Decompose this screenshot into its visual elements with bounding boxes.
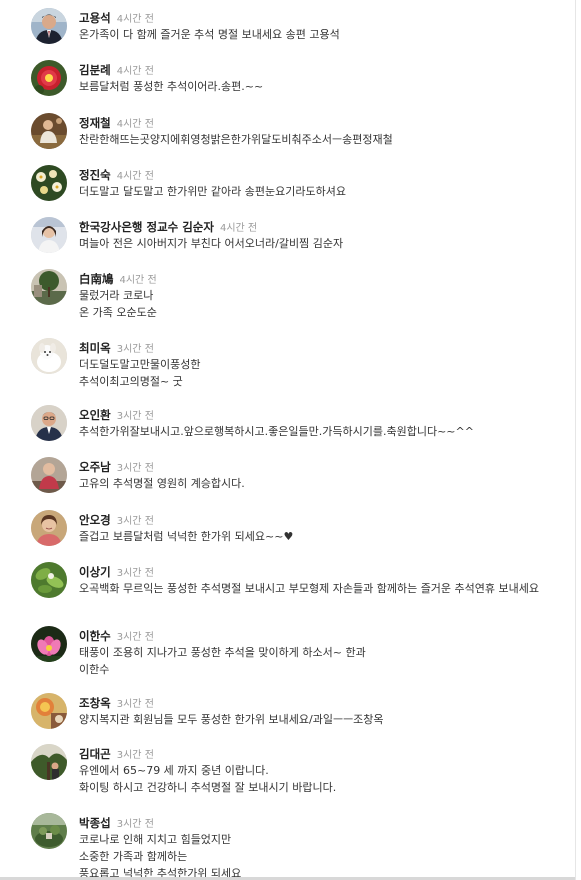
avatar[interactable] xyxy=(31,60,67,96)
timestamp: 4시간 전 xyxy=(116,66,154,77)
comment-text: 유엔에서 65~79 세 까지 중년 이랍니다. 화이팅 하시고 건강하니 추석… xyxy=(79,764,337,794)
avatar[interactable] xyxy=(31,457,67,493)
profile-photo-icon xyxy=(31,269,67,305)
profile-photo-icon xyxy=(31,405,67,441)
timestamp: 3시간 전 xyxy=(116,819,154,830)
comment-text: 태풍이 조용히 지나가고 풍성한 추석을 맞이하게 하소서~ 한과 이한수 xyxy=(79,646,366,676)
comment-text: 온가족이 다 함께 즐거운 추석 명절 보내세요 송편 고용석 xyxy=(79,28,340,41)
timestamp: 3시간 전 xyxy=(116,699,154,710)
profile-photo-icon xyxy=(31,457,67,493)
timestamp: 4시간 전 xyxy=(116,119,154,130)
profile-photo-icon xyxy=(31,744,67,780)
author-name[interactable]: 고용석 xyxy=(79,11,111,25)
timestamp: 3시간 전 xyxy=(116,632,154,643)
timestamp: 3시간 전 xyxy=(116,750,154,761)
avatar[interactable] xyxy=(31,626,67,662)
timestamp: 3시간 전 xyxy=(116,344,154,355)
profile-photo-icon xyxy=(31,626,67,662)
comment-text: 더도덜도말고만물이풍성한 추석이최고의명절~ 굿 xyxy=(79,358,201,388)
author-name[interactable]: 오인환 xyxy=(79,408,111,422)
timestamp: 3시간 전 xyxy=(116,568,154,579)
avatar[interactable] xyxy=(31,113,67,149)
profile-photo-icon xyxy=(31,60,67,96)
comment-text: 양지복지관 회원님들 모두 풍성한 한가위 보내세요/과일ㅡㅡ조창옥 xyxy=(79,713,384,726)
avatar[interactable] xyxy=(31,510,67,546)
author-name[interactable]: 이상기 xyxy=(79,565,111,579)
profile-photo-icon xyxy=(31,813,67,849)
comment-text: 며늘아 전은 시아버지가 부친다 어서오너라/갈비찜 김순자 xyxy=(79,237,344,250)
comment-text: 보름달처럼 풍성한 추석이어라.송편.~~ xyxy=(79,80,264,93)
profile-photo-icon xyxy=(31,562,67,598)
comment-text: 코로나로 인해 지치고 힘들었지만 소중한 가족과 함께하는 풍요롭고 넉넉한 … xyxy=(79,833,242,880)
author-name[interactable]: 정진숙 xyxy=(79,168,111,182)
avatar[interactable] xyxy=(31,269,67,305)
profile-photo-icon xyxy=(31,510,67,546)
comment-text: 물렀거라 코로나 온 가족 오순도순 xyxy=(79,289,157,319)
avatar[interactable] xyxy=(31,405,67,441)
timestamp: 4시간 전 xyxy=(116,171,154,182)
comment-text: 찬란한해뜨는곳양지에휘영청밝은한가위달도비춰주소서ㅡ송편정재철 xyxy=(79,133,393,146)
timestamp: 4시간 전 xyxy=(116,14,154,25)
author-name[interactable]: 안오경 xyxy=(79,513,111,527)
author-name[interactable]: 조창옥 xyxy=(79,696,111,710)
comment-text: 더도말고 달도말고 한가위만 같아라 송편눈요기라도하셔요 xyxy=(79,185,346,198)
author-name[interactable]: 이한수 xyxy=(79,629,111,643)
avatar[interactable] xyxy=(31,562,67,598)
avatar[interactable] xyxy=(31,813,67,849)
avatar[interactable] xyxy=(31,744,67,780)
timestamp: 3시간 전 xyxy=(116,463,154,474)
author-name[interactable]: 오주남 xyxy=(79,460,111,474)
timestamp: 3시간 전 xyxy=(116,516,154,527)
profile-photo-icon xyxy=(31,693,67,729)
author-name[interactable]: 정재철 xyxy=(79,116,111,130)
avatar[interactable] xyxy=(31,165,67,201)
author-name[interactable]: 白南鳩 xyxy=(79,272,114,286)
profile-photo-icon xyxy=(31,113,67,149)
timestamp: 4시간 전 xyxy=(219,223,258,234)
comment-text: 오곡백화 무르익는 풍성한 추석명절 보내시고 부모형제 자손들과 함께하는 즐… xyxy=(79,582,540,595)
avatar[interactable] xyxy=(31,217,67,253)
comment-text: 고유의 추석명절 영원히 계승합시다. xyxy=(79,477,245,490)
author-name[interactable]: 최미옥 xyxy=(79,341,111,355)
profile-photo-icon xyxy=(31,165,67,201)
author-name[interactable]: 박종섭 xyxy=(79,816,111,830)
comment-text: 즐겁고 보름달처럼 넉넉한 한가위 되세요~~♥ xyxy=(79,530,294,543)
author-name[interactable]: 김분례 xyxy=(79,63,111,77)
avatar[interactable] xyxy=(31,338,67,374)
comment-text: 추석한가위잘보내시고.앞으로행복하시고.좋은일들만.가득하시기를.축원합니다~~… xyxy=(79,425,474,438)
avatar[interactable] xyxy=(31,8,67,44)
timestamp: 3시간 전 xyxy=(116,411,154,422)
profile-photo-icon xyxy=(31,8,67,44)
avatar[interactable] xyxy=(31,693,67,729)
profile-photo-icon xyxy=(31,338,67,374)
author-name[interactable]: 김대곤 xyxy=(79,747,111,761)
comment-list: 고용석 4시간 전 온가족이 다 함께 즐거운 추석 명절 보내세요 송편 고용석… xyxy=(0,0,576,880)
timestamp: 4시간 전 xyxy=(119,275,157,286)
author-name[interactable]: 한국강사은행 정교수 김순자 xyxy=(79,220,214,234)
profile-photo-icon xyxy=(31,217,67,253)
